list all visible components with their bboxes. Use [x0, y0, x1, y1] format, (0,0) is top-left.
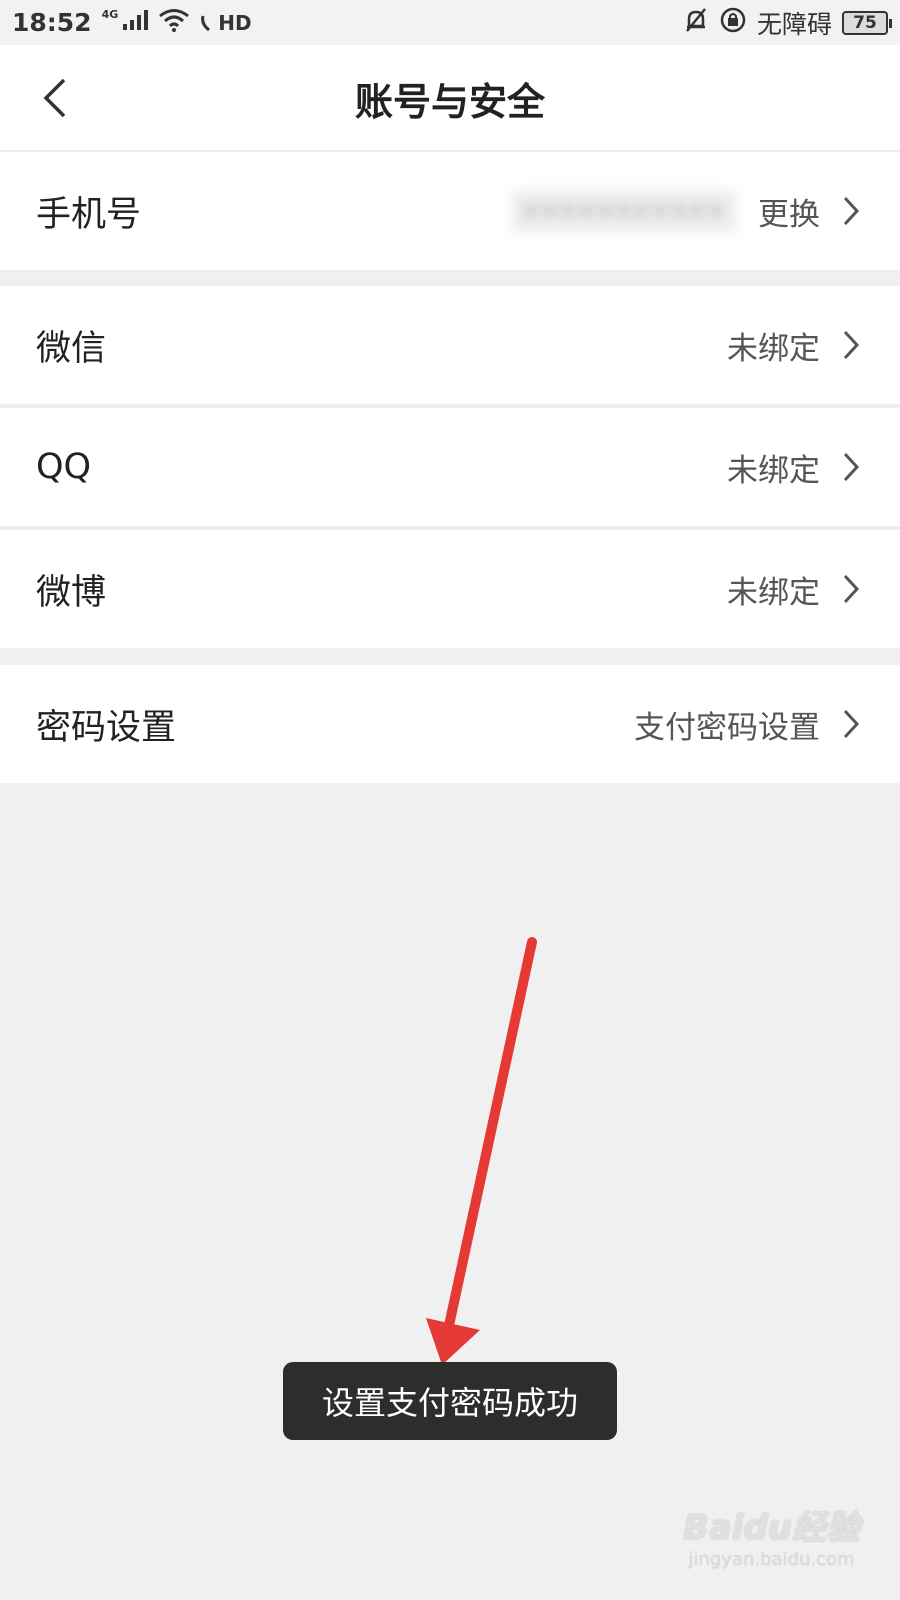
annotation-arrow [426, 937, 537, 1365]
watermark-url: jingyan.baidu.com [688, 1549, 855, 1570]
toast-message: 设置支付密码成功 [283, 1362, 617, 1440]
watermark-logo: Baidu经验 [682, 1508, 860, 1548]
watermark: Baidu经验 jingyan.baidu.com [683, 1500, 860, 1570]
